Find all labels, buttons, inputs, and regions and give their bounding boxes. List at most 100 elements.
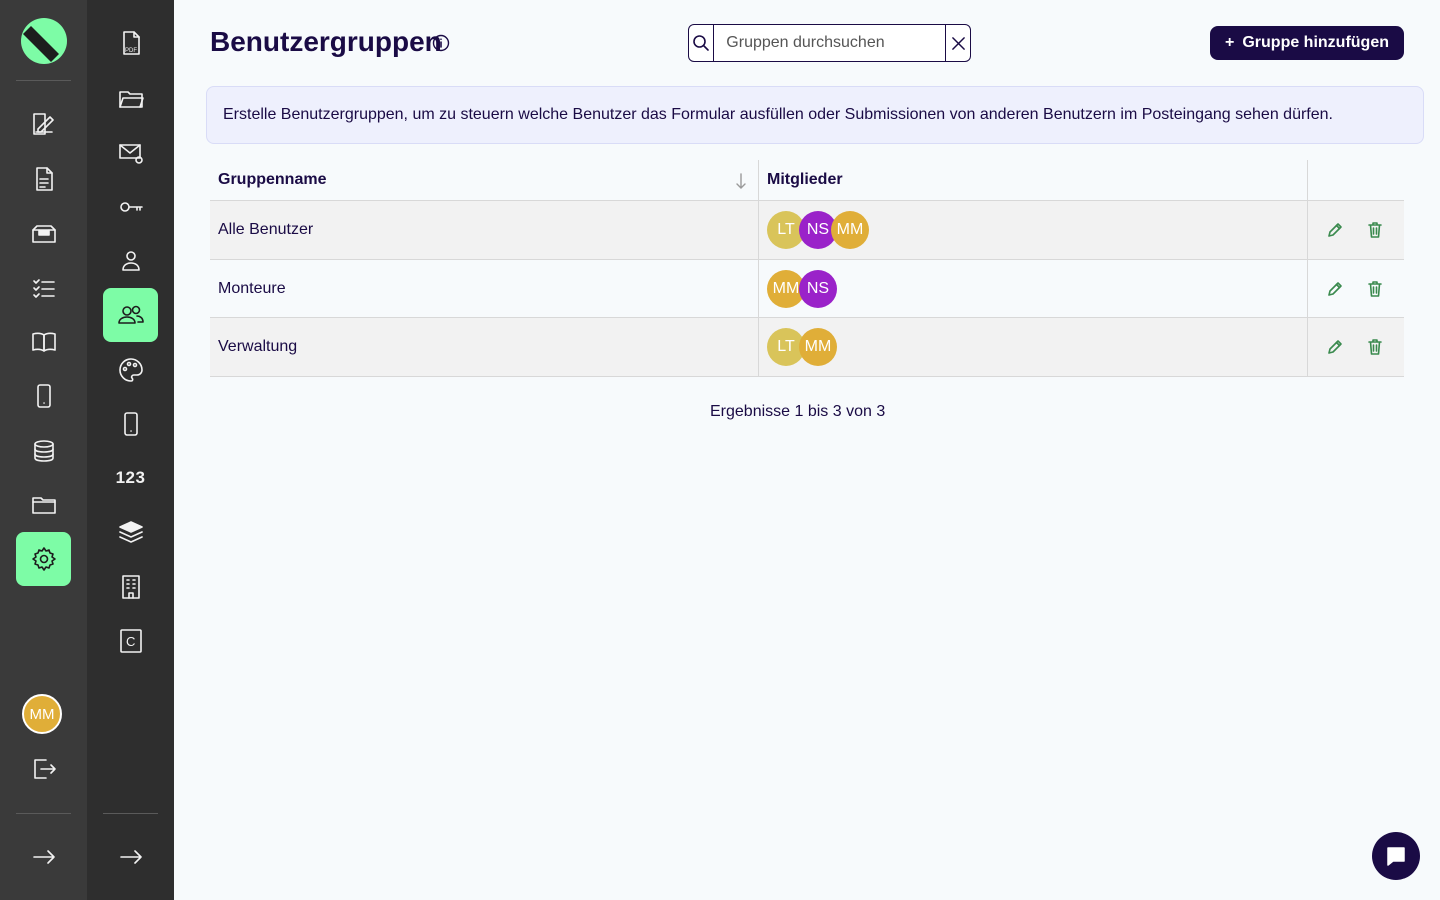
pencil-icon <box>1328 223 1342 237</box>
gear-icon <box>31 547 56 571</box>
divider <box>16 813 71 814</box>
table-row[interactable]: Alle Benutzer LT NS MM <box>210 201 1404 260</box>
phone-icon <box>123 412 138 436</box>
building-icon <box>121 575 140 599</box>
close-icon <box>951 36 965 50</box>
palette-icon <box>118 358 143 382</box>
search-icon <box>693 35 709 51</box>
user-icon <box>121 251 140 271</box>
delete-group-button[interactable] <box>1366 221 1384 239</box>
expand-sidebar-button[interactable] <box>16 830 71 884</box>
nav-files[interactable] <box>16 478 71 532</box>
nav-devices[interactable] <box>16 369 71 423</box>
nav-inbox[interactable] <box>16 207 71 261</box>
edit-group-button[interactable] <box>1326 338 1344 356</box>
member-avatars: LT NS MM <box>767 211 869 249</box>
settings-folders[interactable] <box>103 72 158 126</box>
add-group-button[interactable]: + Gruppe hinzufügen <box>1210 26 1404 60</box>
settings-company[interactable] <box>103 560 158 614</box>
nav-tasks[interactable] <box>16 261 71 315</box>
user-initials: MM <box>29 705 55 723</box>
document-icon <box>35 167 53 191</box>
delete-group-button[interactable] <box>1366 338 1384 356</box>
group-name: Verwaltung <box>218 338 298 355</box>
trash-icon <box>1368 339 1382 355</box>
settings-users[interactable] <box>103 234 158 288</box>
phone-icon <box>36 384 51 408</box>
key-icon <box>119 202 143 212</box>
inbox-icon <box>31 225 56 243</box>
group-name: Monteure <box>218 279 286 297</box>
pencil-icon <box>1328 340 1342 354</box>
folder-icon <box>31 497 56 514</box>
current-user-avatar[interactable]: MM <box>22 694 62 734</box>
settings-app[interactable] <box>103 397 158 451</box>
member-avatars: MM NS <box>767 269 837 308</box>
expand-settings-button[interactable] <box>103 830 158 884</box>
search-button[interactable] <box>689 25 715 61</box>
pagination-summary: Ergebnisse 1 bis 3 von 3 <box>710 403 886 420</box>
checklist-icon <box>32 279 55 298</box>
book-icon <box>31 332 56 352</box>
settings-layers[interactable] <box>103 505 158 559</box>
info-notice: Erstelle Benutzergruppen, um zu steuern … <box>206 86 1424 144</box>
settings-sidebar: PDF 123 C <box>87 0 174 900</box>
nav-forms[interactable] <box>16 97 71 151</box>
logout-button[interactable] <box>16 742 71 796</box>
column-header-members: Mitglieder <box>759 160 1308 200</box>
column-header-actions <box>1308 160 1404 200</box>
members-cell: LT NS MM <box>759 201 1308 259</box>
settings-custom[interactable]: C <box>103 614 158 668</box>
c-box-icon-letter: C <box>126 634 135 649</box>
chat-icon <box>1387 847 1405 866</box>
nav-database[interactable] <box>16 424 71 478</box>
edit-group-button[interactable] <box>1326 221 1344 239</box>
trash-icon <box>1368 280 1382 297</box>
nav-documents[interactable] <box>16 152 71 206</box>
group-name-cell: Alle Benutzer <box>210 201 759 259</box>
table-header: Gruppenname Mitglieder <box>210 160 1404 201</box>
group-name-cell: Monteure <box>210 260 759 317</box>
member-avatars: LT MM <box>767 328 837 366</box>
members-cell: MM NS <box>759 260 1308 317</box>
table-row[interactable]: Monteure MM NS <box>210 260 1404 318</box>
column-header-group-name[interactable]: Gruppenname <box>210 160 759 200</box>
table-row[interactable]: Verwaltung LT MM <box>210 318 1404 377</box>
column-header-label: Gruppenname <box>218 171 327 188</box>
settings-branding[interactable] <box>103 343 158 397</box>
group-name-cell: Verwaltung <box>210 318 759 376</box>
users-icon <box>117 305 144 324</box>
pdf-icon-badge: PDF <box>125 48 137 54</box>
app-logo[interactable] <box>21 18 67 64</box>
main-content: Benutzergruppen + Gruppe hinzufügen Erst… <box>174 0 1440 900</box>
folder-open-icon <box>118 91 144 108</box>
sort-down-icon[interactable] <box>734 172 748 190</box>
chat-button[interactable] <box>1372 832 1420 880</box>
settings-email[interactable] <box>103 126 158 180</box>
logo-icon <box>23 26 59 62</box>
divider <box>103 813 158 814</box>
edit-group-button[interactable] <box>1326 280 1344 298</box>
info-icon[interactable] <box>432 34 450 52</box>
notice-text: Erstelle Benutzergruppen, um zu steuern … <box>223 106 1333 123</box>
settings-user-groups[interactable] <box>103 288 158 342</box>
table-body: Alle Benutzer LT NS MM Monteure MM NS Verwaltun… <box>210 201 1404 377</box>
groups-table: Gruppenname Mitglieder Alle Benutzer LT NS… <box>210 160 1404 377</box>
search-input[interactable] <box>714 25 946 61</box>
form-edit-icon <box>32 113 54 135</box>
member-avatar[interactable]: MM <box>799 328 837 366</box>
member-avatar[interactable]: NS <box>799 269 837 308</box>
nav-docs[interactable] <box>16 315 71 369</box>
member-avatar[interactable]: MM <box>831 211 869 249</box>
clear-search-button[interactable] <box>945 25 970 61</box>
plus-icon: + <box>1225 34 1235 51</box>
nav-settings[interactable] <box>16 532 71 586</box>
settings-pdf[interactable]: PDF <box>103 16 158 70</box>
primary-sidebar: MM <box>0 0 87 900</box>
delete-group-button[interactable] <box>1366 280 1384 298</box>
column-header-label: Mitglieder <box>767 171 843 188</box>
pdf-icon: PDF <box>122 31 140 55</box>
c-box-icon: C <box>119 629 142 653</box>
settings-api-keys[interactable] <box>103 180 158 234</box>
settings-numbering[interactable]: 123 <box>103 451 158 505</box>
